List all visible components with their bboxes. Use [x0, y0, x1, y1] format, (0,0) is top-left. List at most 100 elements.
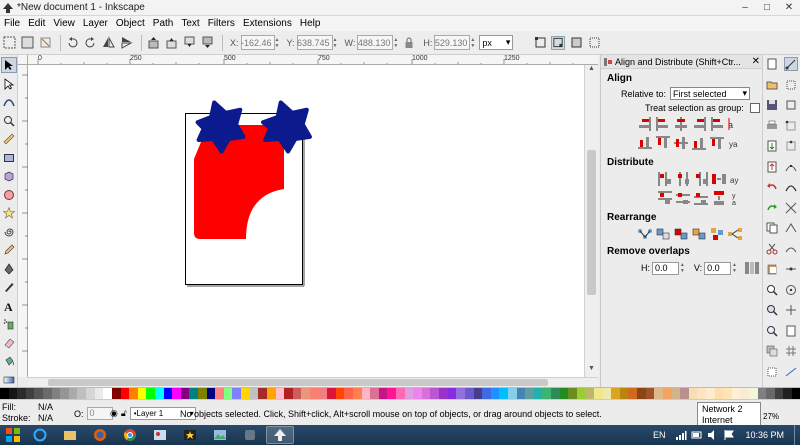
palette-swatch[interactable] [594, 388, 603, 399]
rotate-ccw-icon[interactable] [65, 36, 79, 50]
distribute-left-icon[interactable] [657, 171, 673, 187]
palette-swatch[interactable] [766, 388, 775, 399]
palette-swatch[interactable] [705, 388, 715, 399]
node-tool-icon[interactable] [1, 76, 17, 92]
show-desktop-button[interactable] [794, 425, 800, 445]
palette-swatch[interactable] [370, 388, 379, 399]
palette-swatch[interactable] [335, 388, 345, 399]
palette-swatch[interactable] [284, 388, 293, 399]
align-left-to-right-anchor-icon[interactable] [709, 116, 725, 132]
palette-swatch[interactable] [318, 388, 328, 399]
palette-swatch[interactable] [86, 388, 95, 399]
palette-swatch[interactable] [154, 388, 164, 399]
palette-swatch[interactable] [464, 388, 474, 399]
star-tool-icon[interactable] [1, 205, 17, 221]
distribute-right-icon[interactable] [693, 171, 709, 187]
overlap-h-field[interactable]: 0.0 [652, 261, 679, 275]
language-indicator[interactable]: EN [653, 430, 666, 440]
paint-bucket-tool-icon[interactable] [1, 353, 17, 369]
snap-centers-icon[interactable] [784, 283, 798, 297]
unclump-icon[interactable] [727, 226, 743, 242]
close-button[interactable]: ✕ [782, 2, 796, 13]
palette-swatch[interactable] [266, 388, 276, 399]
palette-swatch[interactable] [137, 388, 147, 399]
open-icon[interactable] [765, 78, 779, 92]
snap-midpoints-icon[interactable] [784, 262, 798, 276]
palette-swatch[interactable] [533, 388, 543, 399]
unit-select[interactable]: px ▾ [479, 35, 514, 50]
eye-icon[interactable]: ◉ [110, 408, 118, 419]
relative-to-select[interactable]: First selected ▾ [670, 87, 751, 100]
snap-rotation-center-icon[interactable] [784, 303, 798, 317]
volume-tray-icon[interactable] [707, 429, 719, 441]
select-all-icon[interactable] [2, 36, 16, 50]
calligraphy-tool-icon[interactable] [1, 279, 17, 295]
network-tray-icon[interactable] [675, 429, 687, 441]
palette-swatch[interactable] [619, 388, 629, 399]
zoom-page-icon[interactable] [765, 324, 779, 338]
taskbar-ie-icon[interactable] [26, 426, 54, 444]
gradient-tool-icon[interactable] [1, 372, 17, 388]
copy-icon[interactable] [765, 221, 779, 235]
opacity-field[interactable]: 0 [86, 407, 113, 420]
paste-icon[interactable] [765, 262, 779, 276]
horizontal-scrollbar[interactable] [28, 377, 598, 387]
flip-vertical-icon[interactable] [119, 36, 133, 50]
palette-swatch[interactable] [8, 388, 18, 399]
palette-swatch[interactable] [662, 388, 672, 399]
palette-swatch[interactable] [0, 388, 9, 399]
start-button[interactable] [0, 425, 26, 445]
y-field[interactable]: 638.745 [296, 35, 333, 50]
scale-corners-icon[interactable] [551, 35, 566, 50]
overlap-v-spinner[interactable]: ▲ ▼ [732, 261, 738, 276]
align-right-edges-icon[interactable] [691, 116, 707, 132]
palette-swatch[interactable] [439, 388, 448, 399]
lower-icon[interactable] [182, 36, 196, 50]
palette-swatch[interactable] [628, 388, 638, 399]
palette-swatch[interactable] [215, 388, 224, 399]
snap-toggle-icon[interactable] [784, 57, 798, 71]
distribute-baselines-h-icon[interactable]: ay [729, 171, 745, 187]
palette-swatch[interactable] [671, 388, 681, 399]
clock[interactable]: 10:36 PM [745, 430, 784, 440]
palette-swatch[interactable] [568, 388, 577, 399]
menu-object[interactable]: Object [116, 18, 145, 29]
distribute-gaps-h-icon[interactable] [711, 171, 727, 187]
palette-swatch[interactable] [559, 388, 569, 399]
fill-stroke-indicator[interactable]: Fill: N/A Stroke: N/A [2, 402, 53, 424]
palette-swatch[interactable] [223, 388, 233, 399]
align-bottom-to-top-anchor-icon[interactable] [637, 135, 653, 151]
palette-swatch[interactable] [17, 388, 26, 399]
palette-swatch[interactable] [120, 388, 130, 399]
3d-box-tool-icon[interactable] [1, 168, 17, 184]
flip-horizontal-icon[interactable] [101, 36, 115, 50]
palette-swatch[interactable] [740, 388, 750, 399]
menu-extensions[interactable]: Extensions [243, 18, 292, 29]
palette-swatch[interactable] [34, 388, 44, 399]
palette-swatch[interactable] [602, 388, 612, 399]
palette-swatch[interactable] [249, 388, 259, 399]
palette-swatch[interactable] [516, 388, 526, 399]
exchange-selection-order-icon[interactable] [655, 226, 671, 242]
y-spinner[interactable]: ▲ ▼ [333, 35, 340, 50]
import-icon[interactable] [765, 139, 779, 153]
palette-swatch[interactable] [292, 388, 302, 399]
align-top-edges-icon[interactable] [655, 135, 671, 151]
palette-swatch[interactable] [542, 388, 551, 399]
battery-tray-icon[interactable] [691, 429, 703, 441]
snap-grid-icon[interactable] [784, 344, 798, 358]
taskbar-explorer-icon[interactable] [56, 426, 84, 444]
palette-swatch[interactable] [430, 388, 440, 399]
scale-stroke-icon[interactable] [533, 36, 547, 50]
palette-swatch[interactable] [714, 388, 724, 399]
taskbar-chrome-icon[interactable] [116, 426, 144, 444]
palette-swatch[interactable] [163, 388, 173, 399]
palette-swatch[interactable] [111, 388, 121, 399]
clone-icon[interactable] [765, 365, 779, 379]
palette-swatch[interactable] [637, 388, 646, 399]
scroll-down-icon[interactable]: ▼ [585, 365, 598, 377]
palette-swatch[interactable] [697, 388, 706, 399]
palette-swatch[interactable] [189, 388, 199, 399]
palette-swatch[interactable] [180, 388, 190, 399]
palette-swatch[interactable] [757, 388, 767, 399]
